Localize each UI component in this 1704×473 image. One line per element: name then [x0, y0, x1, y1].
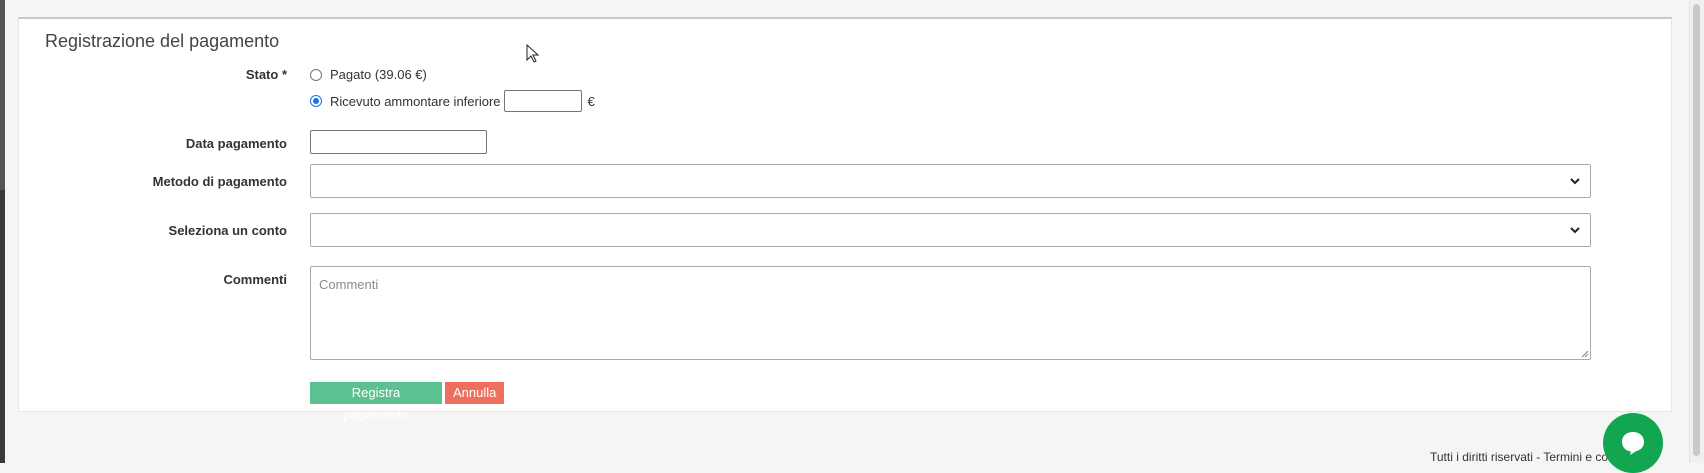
- panel-title: Registrazione del pagamento: [45, 31, 280, 51]
- commenti-textarea[interactable]: Commenti: [310, 266, 1591, 360]
- metodo-pagamento-select[interactable]: [310, 164, 1591, 198]
- radio-pagato-label: Pagato (39.06 €): [330, 67, 427, 82]
- radio-ricevuto-inferiore-label: Ricevuto ammontare inferiore: [330, 93, 501, 109]
- radio-pagato[interactable]: Pagato (39.06 €): [310, 67, 427, 82]
- left-edge-strip: [0, 0, 5, 463]
- commenti-label: Commenti: [223, 272, 287, 287]
- chevron-down-icon: [1570, 178, 1580, 185]
- amount-input[interactable]: [503, 90, 582, 112]
- currency-symbol: €: [587, 93, 595, 109]
- radio-ricevuto-inferiore-circle[interactable]: [310, 95, 322, 107]
- data-pagamento-label: Data pagamento: [185, 136, 287, 151]
- resize-grip-icon[interactable]: [1579, 348, 1589, 358]
- mouse-cursor-icon: [526, 44, 540, 63]
- chat-widget-button[interactable]: [1603, 413, 1663, 473]
- chevron-down-icon: [1570, 227, 1580, 234]
- registra-pagamento-button[interactable]: Registra pagamento: [310, 382, 442, 422]
- scrollbar-thumb[interactable]: [1693, 4, 1700, 456]
- left-edge-segment: [0, 0, 5, 190]
- radio-pagato-circle[interactable]: [310, 68, 322, 81]
- vertical-scrollbar[interactable]: [1689, 0, 1704, 463]
- metodo-pagamento-label: Metodo di pagamento: [152, 174, 287, 189]
- stato-label: Stato *: [245, 67, 287, 82]
- seleziona-conto-select[interactable]: [310, 213, 1591, 247]
- annulla-button[interactable]: Annulla: [445, 382, 504, 404]
- radio-ricevuto-inferiore[interactable]: Ricevuto ammontare inferiore €: [310, 90, 595, 112]
- data-pagamento-input[interactable]: [310, 130, 487, 154]
- commenti-placeholder: Commenti: [319, 277, 379, 292]
- payment-registration-panel: Registrazione del pagamento Stato * Paga…: [18, 17, 1672, 422]
- seleziona-conto-label: Seleziona un conto: [168, 223, 287, 238]
- chat-icon: [1622, 432, 1644, 455]
